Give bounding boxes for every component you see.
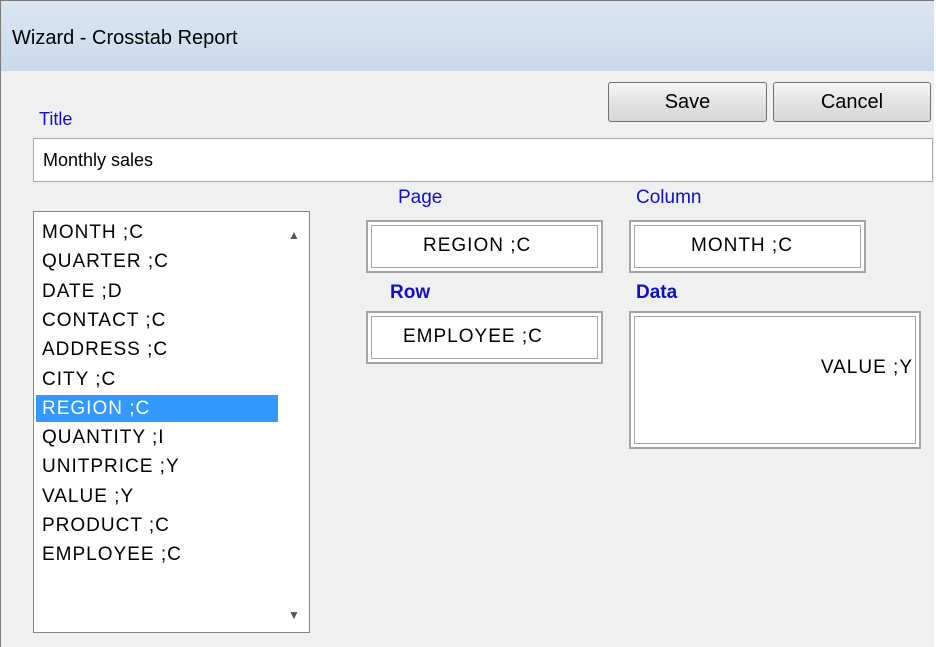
field-list[interactable]: MONTH ;C QUARTER ;C DATE ;D CONTACT ;C ADDRE… bbox=[33, 211, 310, 633]
field-list-item[interactable]: QUANTITY ;I bbox=[36, 424, 278, 451]
field-list-item[interactable]: PRODUCT ;C bbox=[36, 512, 278, 539]
page-zone-label: Page bbox=[398, 187, 443, 208]
cancel-button[interactable]: Cancel bbox=[773, 82, 931, 122]
title-input[interactable] bbox=[33, 138, 933, 182]
field-list-item[interactable]: ADDRESS ;C bbox=[36, 336, 278, 363]
field-list-item[interactable]: EMPLOYEE ;C bbox=[36, 541, 278, 568]
field-list-item[interactable]: UNITPRICE ;Y bbox=[36, 453, 278, 480]
title-label: Title bbox=[39, 109, 73, 129]
field-list-item[interactable]: CONTACT ;C bbox=[36, 307, 278, 334]
field-list-item[interactable]: REGION ;C bbox=[36, 394, 278, 422]
data-zone-label: Data bbox=[636, 282, 678, 303]
field-list-item[interactable]: DATE ;D bbox=[36, 278, 278, 305]
row-zone-label: Row bbox=[390, 282, 431, 303]
field-list-item[interactable]: VALUE ;Y bbox=[36, 483, 278, 510]
field-list-item[interactable]: QUARTER ;C bbox=[36, 248, 278, 275]
scroll-up-icon[interactable]: ▲ bbox=[286, 228, 302, 242]
row-zone[interactable]: EMPLOYEE ;C bbox=[366, 311, 603, 364]
column-zone-label: Column bbox=[636, 187, 702, 208]
save-button[interactable]: Save bbox=[608, 82, 767, 122]
crosstab-wizard-window: Wizard - Crosstab Report Save Cancel Tit… bbox=[0, 0, 934, 647]
data-zone-value: VALUE ;Y bbox=[820, 357, 913, 378]
column-zone[interactable]: MONTH ;C bbox=[629, 220, 866, 273]
page-zone[interactable]: REGION ;C bbox=[366, 220, 603, 273]
page-zone-value: REGION ;C bbox=[423, 235, 532, 256]
field-list-item[interactable]: CITY ;C bbox=[36, 366, 278, 393]
window-title: Wizard - Crosstab Report bbox=[12, 27, 238, 49]
scroll-down-icon[interactable]: ▼ bbox=[286, 608, 302, 622]
title-bar[interactable]: Wizard - Crosstab Report bbox=[1, 1, 934, 71]
field-list-item[interactable]: MONTH ;C bbox=[36, 219, 278, 246]
data-zone[interactable]: VALUE ;Y bbox=[629, 311, 921, 449]
column-zone-value: MONTH ;C bbox=[691, 235, 793, 256]
row-zone-value: EMPLOYEE ;C bbox=[403, 326, 543, 347]
